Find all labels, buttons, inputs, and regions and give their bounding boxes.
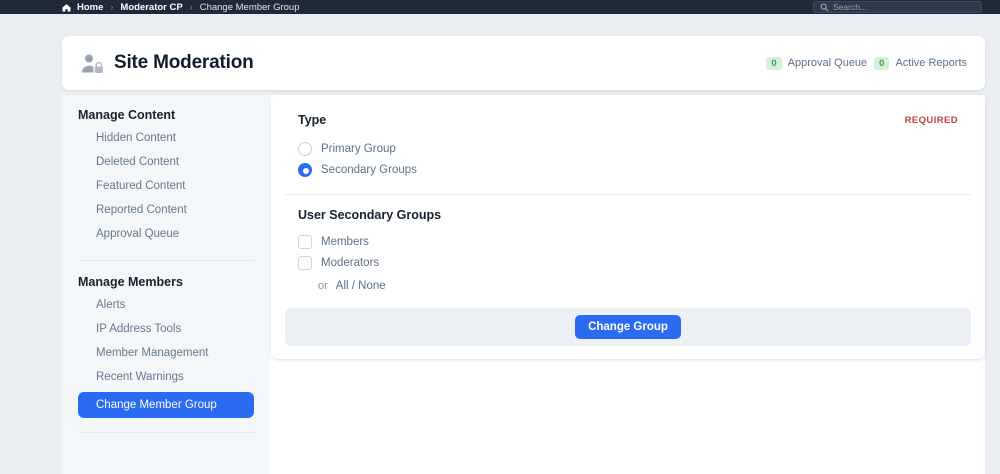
sidebar-item-change-member-group[interactable]: Change Member Group <box>78 392 254 418</box>
change-group-button[interactable]: Change Group <box>575 315 681 339</box>
moderation-user-lock-icon <box>80 53 104 74</box>
sidebar-item-alerts[interactable]: Alerts <box>78 293 254 317</box>
sidebar-item-deleted-content[interactable]: Deleted Content <box>78 150 254 174</box>
form-footer: Change Group <box>285 308 971 346</box>
sidebar-item-hidden-content[interactable]: Hidden Content <box>78 126 254 150</box>
approval-queue-label: Approval Queue <box>788 57 868 69</box>
radio-row-primary-group[interactable]: Primary Group <box>271 139 985 159</box>
radio-row-secondary-groups[interactable]: Secondary Groups <box>271 160 985 180</box>
members-checkbox[interactable] <box>298 235 312 249</box>
sidebar-divider <box>78 260 254 261</box>
active-reports-count-badge: 0 <box>874 57 889 70</box>
primary-group-radio[interactable] <box>298 142 312 156</box>
breadcrumb-moderator-cp[interactable]: Moderator CP <box>120 2 182 13</box>
breadcrumb-separator: › <box>190 2 193 12</box>
sidebar-divider <box>78 432 254 433</box>
active-reports-stat[interactable]: 0 Active Reports <box>874 57 967 70</box>
required-badge: REQUIRED <box>905 115 958 126</box>
sidebar-item-ip-address-tools[interactable]: IP Address Tools <box>78 317 254 341</box>
checkbox-row-members[interactable]: Members <box>271 232 985 252</box>
sidebar-item-reported-content[interactable]: Reported Content <box>78 198 254 222</box>
home-icon[interactable] <box>62 3 71 12</box>
sidebar-item-featured-content[interactable]: Featured Content <box>78 174 254 198</box>
page-title: Site Moderation <box>114 52 254 74</box>
header-stats: 0 Approval Queue 0 Active Reports <box>766 57 967 70</box>
search-icon <box>820 3 829 12</box>
select-all-none-row: or All / None <box>271 280 985 292</box>
sidebar-item-recent-warnings[interactable]: Recent Warnings <box>78 365 254 389</box>
breadcrumb-home[interactable]: Home <box>77 2 103 13</box>
secondary-groups-label[interactable]: Secondary Groups <box>321 164 417 176</box>
checkbox-row-moderators[interactable]: Moderators <box>271 253 985 273</box>
primary-group-label[interactable]: Primary Group <box>321 143 396 155</box>
sidebar-heading-manage-members: Manage Members <box>78 275 254 289</box>
approval-queue-stat[interactable]: 0 Approval Queue <box>766 57 867 70</box>
sidebar-item-member-management[interactable]: Member Management <box>78 341 254 365</box>
secondary-groups-section-header: User Secondary Groups <box>271 208 985 222</box>
breadcrumb-current-page: Change Member Group <box>200 2 300 13</box>
secondary-groups-radio[interactable] <box>298 163 312 177</box>
change-member-group-form: Type REQUIRED Primary Group Secondary Gr… <box>271 95 985 359</box>
moderators-label[interactable]: Moderators <box>321 257 379 269</box>
members-label[interactable]: Members <box>321 236 369 248</box>
or-text: or <box>318 280 328 292</box>
sidebar: Manage Content Hidden Content Deleted Co… <box>62 95 270 474</box>
sidebar-heading-manage-content: Manage Content <box>78 108 254 122</box>
approval-queue-count-badge: 0 <box>766 57 781 70</box>
breadcrumb: Home › Moderator CP › Change Member Grou… <box>62 2 300 13</box>
moderators-checkbox[interactable] <box>298 256 312 270</box>
top-navbar: Home › Moderator CP › Change Member Grou… <box>0 0 1000 14</box>
type-section-title: Type <box>298 113 326 127</box>
breadcrumb-separator: › <box>110 2 113 12</box>
secondary-groups-section-title: User Secondary Groups <box>298 208 441 222</box>
section-divider <box>285 194 971 195</box>
active-reports-label: Active Reports <box>895 57 967 69</box>
search-input[interactable] <box>833 2 975 12</box>
sidebar-item-approval-queue[interactable]: Approval Queue <box>78 222 254 246</box>
type-section-header: Type REQUIRED <box>271 113 985 127</box>
search-box[interactable] <box>813 1 982 13</box>
page-header: Site Moderation 0 Approval Queue 0 Activ… <box>62 36 985 90</box>
all-none-link[interactable]: All / None <box>336 280 386 292</box>
